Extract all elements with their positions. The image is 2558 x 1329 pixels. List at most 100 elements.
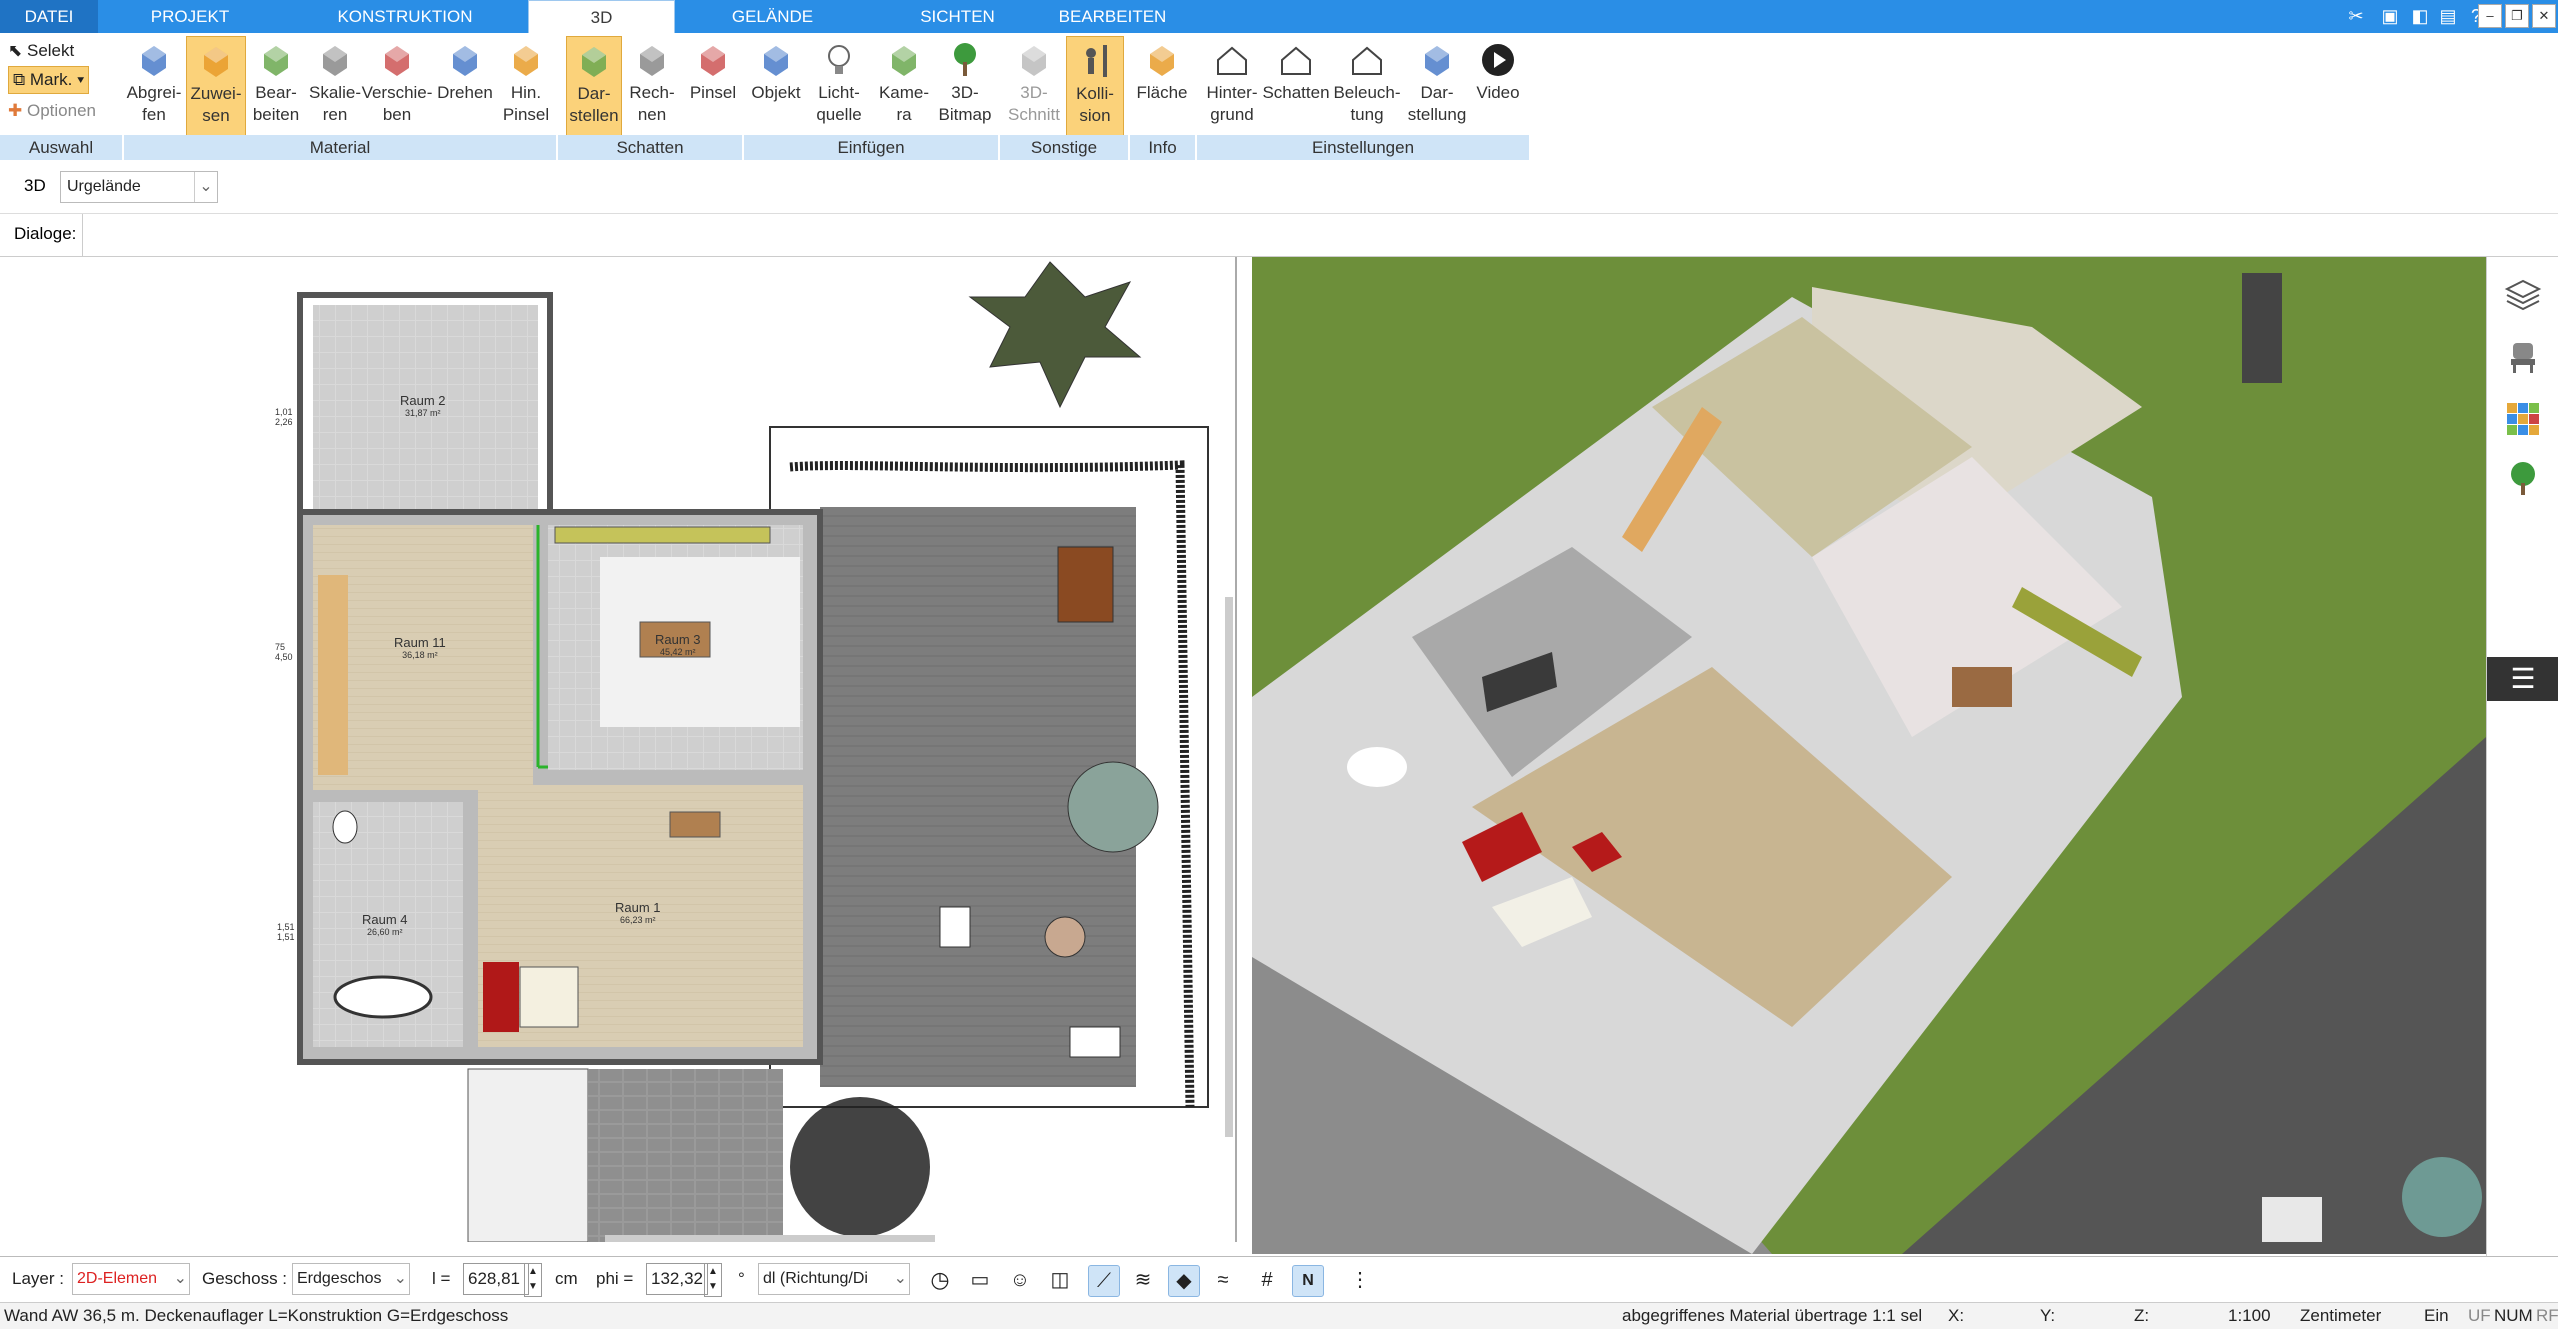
scale-button[interactable]: Skalie- ren bbox=[304, 36, 366, 134]
chevron-down-icon[interactable]: ⌄ bbox=[174, 1264, 187, 1294]
mark-button[interactable]: ⧉ Mark. ▾ bbox=[8, 66, 90, 94]
snap-line-icon[interactable]: ⟋ bbox=[1088, 1265, 1120, 1297]
eyedropper-button[interactable]: Abgrei- fen bbox=[124, 36, 184, 134]
ribbon-button-label: Hinter- grund bbox=[1206, 83, 1258, 124]
layers-small-icon[interactable]: ◫ bbox=[1045, 1265, 1075, 1295]
people-icon[interactable]: ☺ bbox=[1005, 1265, 1035, 1295]
layers-icon[interactable] bbox=[2503, 275, 2543, 315]
ribbon-button-label: Kame- ra bbox=[878, 83, 930, 124]
chair-button[interactable]: Objekt bbox=[748, 36, 804, 134]
more-icon[interactable]: ⋮ bbox=[1345, 1265, 1375, 1295]
background-button[interactable]: Hinter- grund bbox=[1200, 36, 1264, 134]
rotate-button[interactable]: Drehen bbox=[432, 36, 498, 134]
layer-select[interactable]: 2D-Elemen ⌄ bbox=[72, 1263, 190, 1295]
mark-label: Mark. bbox=[29, 70, 73, 89]
section-button[interactable]: 3D- Schnitt bbox=[1004, 36, 1064, 134]
horizontal-scrollbar[interactable] bbox=[605, 1235, 935, 1242]
cube-icon[interactable]: ◧ bbox=[2408, 4, 2432, 28]
3d-canvas[interactable] bbox=[1252, 257, 2486, 1254]
collision-button[interactable]: Kolli- sion bbox=[1066, 36, 1124, 136]
tab-projekt[interactable]: PROJEKT bbox=[125, 0, 255, 33]
chair-icon[interactable] bbox=[2503, 337, 2543, 377]
assign-material-button[interactable]: Zuwei- sen bbox=[186, 36, 246, 136]
shadow-display-icon bbox=[582, 47, 606, 77]
area-info-button[interactable]: Fläche bbox=[1132, 36, 1192, 134]
ribbon-button-label: Zuwei- sen bbox=[190, 84, 242, 125]
phi-input[interactable]: 132,32 bbox=[646, 1263, 708, 1295]
optionen-button[interactable]: ✚ Optionen bbox=[8, 98, 96, 124]
plane-icon[interactable]: ◆ bbox=[1168, 1265, 1200, 1297]
umbrella-3d bbox=[2402, 1157, 2482, 1237]
display-settings-button[interactable]: Dar- stellung bbox=[1406, 36, 1468, 134]
direction-select[interactable]: dl (Richtung/Di ⌄ bbox=[758, 1263, 910, 1295]
north-icon[interactable]: N bbox=[1292, 1265, 1324, 1297]
panel-toggle[interactable]: ☰ bbox=[2487, 657, 2558, 701]
monitor-icon[interactable]: ▭ bbox=[965, 1265, 995, 1295]
bench bbox=[1069, 1026, 1121, 1058]
tab-konstruktion[interactable]: KONSTRUKTION bbox=[320, 0, 490, 33]
dimension-label: 1,01 2,26 bbox=[275, 407, 293, 427]
chevron-down-icon[interactable]: ⌄ bbox=[894, 1264, 907, 1294]
paving bbox=[588, 1069, 783, 1242]
brush-icon bbox=[514, 46, 538, 76]
status-x: X: bbox=[1948, 1306, 1965, 1325]
phi-stepper[interactable]: ▲ ▼ bbox=[704, 1263, 722, 1297]
hatch-icon[interactable]: ≋ bbox=[1128, 1265, 1158, 1295]
shadow-display-button[interactable]: Dar- stellen bbox=[566, 36, 622, 136]
move-button[interactable]: Verschie- ben bbox=[360, 36, 434, 134]
floor-plan-canvas[interactable] bbox=[0, 257, 1235, 1242]
tree-icon bbox=[954, 43, 976, 76]
brush-button[interactable]: Hin. Pinsel bbox=[498, 36, 554, 134]
3d-view[interactable] bbox=[1252, 257, 2486, 1254]
geschoss-select[interactable]: Erdgeschos ⌄ bbox=[292, 1263, 410, 1295]
grid-icon[interactable]: # bbox=[1252, 1265, 1282, 1295]
terrain-select[interactable]: Urgelände ⌄ bbox=[60, 171, 218, 203]
lounge-chair bbox=[939, 906, 971, 948]
clock-icon[interactable]: ◷ bbox=[925, 1265, 955, 1295]
mode-label: 3D bbox=[24, 176, 46, 195]
shadow-house-button[interactable]: Schatten bbox=[1262, 36, 1330, 134]
camera-button[interactable]: Kame- ra bbox=[874, 36, 934, 134]
length-input[interactable]: 628,81 bbox=[463, 1263, 529, 1295]
room-label: Raum 2 31,87 m² bbox=[400, 393, 446, 418]
selekt-button[interactable]: ⬉ Selekt bbox=[8, 38, 74, 64]
layer-label: Layer : bbox=[12, 1269, 64, 1288]
ribbon-button-label: Fläche bbox=[1136, 83, 1188, 102]
status-num: NUM bbox=[2494, 1306, 2533, 1325]
tools-icon[interactable]: ✂ bbox=[2344, 4, 2368, 28]
print-icon[interactable]: ▤ bbox=[2436, 4, 2460, 28]
dialog-row: Dialoge: bbox=[0, 214, 2558, 257]
save-icon[interactable]: ▣ bbox=[2378, 4, 2402, 28]
display-settings-icon bbox=[1425, 46, 1449, 76]
camera-icon bbox=[892, 46, 916, 76]
materials-icon[interactable] bbox=[2503, 399, 2543, 439]
minimize-icon[interactable]: – bbox=[2478, 4, 2502, 28]
play-button[interactable]: Video bbox=[1472, 36, 1524, 134]
toilet bbox=[332, 810, 358, 844]
shadow-calc-button[interactable]: Rech- nen bbox=[622, 36, 682, 134]
shadow-brush-button[interactable]: Pinsel bbox=[682, 36, 744, 134]
length-stepper[interactable]: ▲ ▼ bbox=[524, 1263, 542, 1297]
optionen-label: Optionen bbox=[26, 101, 96, 120]
close-icon[interactable]: ✕ bbox=[2532, 4, 2556, 28]
terrain-icon[interactable]: ≈ bbox=[1208, 1265, 1238, 1295]
chevron-down-icon[interactable]: ⌄ bbox=[394, 1264, 407, 1294]
tab-sichten[interactable]: SICHTEN bbox=[900, 0, 1015, 33]
lighting-house-button[interactable]: Beleuch- tung bbox=[1332, 36, 1402, 134]
ribbon-button-label: Licht- quelle bbox=[816, 83, 862, 124]
lightbulb-button[interactable]: Licht- quelle bbox=[808, 36, 870, 134]
chevron-down-icon[interactable]: ⌄ bbox=[194, 172, 217, 202]
dining-3d bbox=[1952, 667, 2012, 707]
tree-button[interactable]: 3D- Bitmap bbox=[934, 36, 996, 134]
tab-bearbeiten[interactable]: BEARBEITEN bbox=[1050, 0, 1175, 33]
restore-icon[interactable]: ❐ bbox=[2505, 4, 2529, 28]
tree-icon[interactable] bbox=[2503, 459, 2543, 499]
hamburger-icon: ☰ bbox=[2510, 663, 2536, 694]
edit-material-button[interactable]: Bear- beiten bbox=[244, 36, 308, 134]
floor-plan-view[interactable]: Raum 2 31,87 m² Raum 11 36,18 m² Raum 3 45,… bbox=[0, 257, 1237, 1242]
tab-3d[interactable]: 3D bbox=[528, 0, 675, 35]
tab-gelaende[interactable]: GELÄNDE bbox=[715, 0, 830, 33]
status-uf: UF bbox=[2468, 1306, 2491, 1325]
tab-datei[interactable]: DATEI bbox=[0, 0, 98, 33]
vertical-scrollbar[interactable] bbox=[1225, 597, 1233, 1137]
